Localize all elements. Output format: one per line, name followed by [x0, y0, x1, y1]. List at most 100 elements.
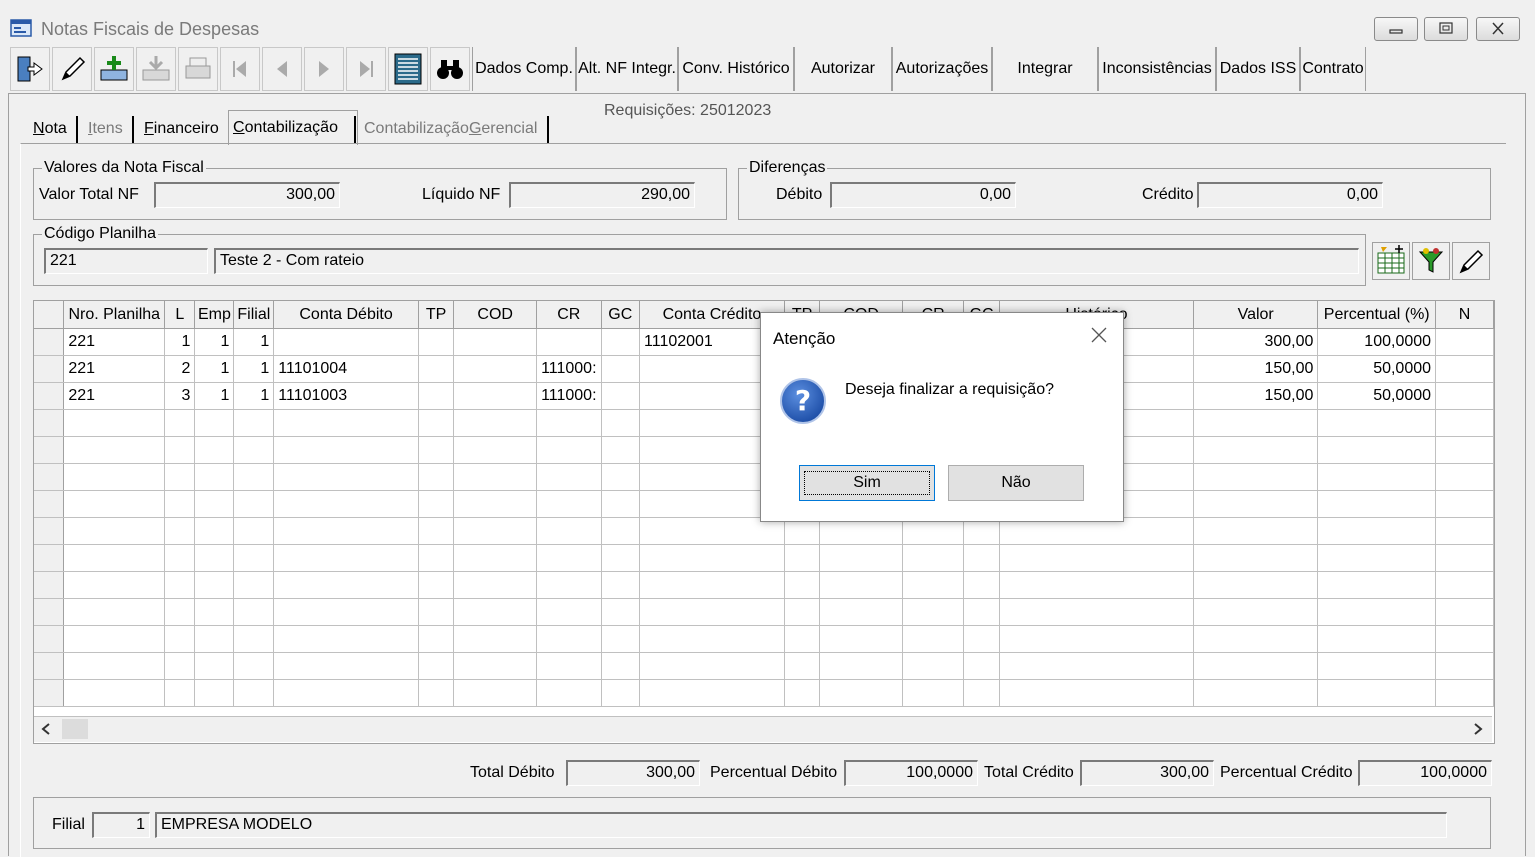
table-cell[interactable]	[902, 652, 965, 680]
table-cell[interactable]	[63, 571, 166, 599]
table-cell[interactable]	[963, 571, 1000, 599]
table-cell[interactable]	[963, 625, 1000, 653]
table-cell[interactable]	[639, 571, 785, 599]
table-cell[interactable]	[601, 625, 641, 653]
table-cell[interactable]	[273, 490, 419, 518]
close-icon[interactable]	[1089, 325, 1109, 345]
table-cell[interactable]	[1193, 463, 1319, 491]
table-cell[interactable]	[273, 625, 419, 653]
previous-record-button[interactable]	[262, 47, 302, 91]
column-header[interactable]: Filial	[233, 301, 275, 329]
table-cell[interactable]	[784, 625, 821, 653]
table-cell[interactable]	[1435, 598, 1494, 626]
table-cell[interactable]	[453, 436, 538, 464]
table-cell[interactable]	[601, 652, 641, 680]
row-indicator[interactable]	[34, 625, 65, 653]
table-cell[interactable]	[233, 409, 275, 437]
table-cell[interactable]	[1435, 463, 1494, 491]
dados-comp-button[interactable]: Dados Comp.	[472, 47, 576, 91]
table-cell[interactable]	[536, 490, 602, 518]
table-cell[interactable]	[601, 679, 641, 707]
total-debito-field[interactable]: 300,00	[566, 760, 700, 786]
planilha-description-field[interactable]: Teste 2 - Com rateio	[214, 248, 1359, 274]
liquido-field[interactable]: 290,00	[509, 182, 695, 208]
debito-field[interactable]: 0,00	[830, 182, 1016, 208]
tab-contabilizacao[interactable]: Contabilização	[228, 110, 358, 145]
minimize-button[interactable]	[1374, 17, 1418, 41]
table-cell[interactable]	[63, 490, 166, 518]
column-header[interactable]: L	[164, 301, 196, 329]
table-cell[interactable]	[233, 571, 275, 599]
table-cell[interactable]	[784, 544, 821, 572]
table-cell[interactable]	[1435, 436, 1494, 464]
table-cell[interactable]	[1317, 463, 1437, 491]
column-header[interactable]: Emp	[194, 301, 235, 329]
table-cell[interactable]	[902, 544, 965, 572]
table-cell[interactable]	[999, 625, 1194, 653]
table-cell[interactable]	[536, 679, 602, 707]
table-cell[interactable]	[536, 409, 602, 437]
maximize-button[interactable]	[1424, 17, 1468, 41]
table-cell[interactable]: 221	[63, 328, 166, 356]
table-cell[interactable]	[63, 625, 166, 653]
table-cell[interactable]	[1317, 571, 1437, 599]
autorizar-button[interactable]: Autorizar	[794, 47, 892, 91]
table-cell[interactable]	[639, 625, 785, 653]
table-cell[interactable]	[536, 463, 602, 491]
table-cell[interactable]	[536, 652, 602, 680]
table-cell[interactable]	[1193, 436, 1319, 464]
table-cell[interactable]	[63, 679, 166, 707]
row-indicator[interactable]	[34, 571, 65, 599]
table-cell[interactable]	[819, 544, 904, 572]
row-indicator[interactable]	[34, 436, 65, 464]
table-cell[interactable]	[194, 517, 235, 545]
table-cell[interactable]	[418, 463, 455, 491]
table-cell[interactable]	[963, 652, 1000, 680]
table-cell[interactable]: 50,0000	[1317, 355, 1437, 383]
table-cell[interactable]	[601, 544, 641, 572]
table-cell[interactable]	[1317, 625, 1437, 653]
table-cell[interactable]	[194, 571, 235, 599]
contrato-button[interactable]: Contrato	[1300, 47, 1366, 91]
edit-button[interactable]	[52, 47, 92, 91]
table-cell[interactable]	[999, 571, 1194, 599]
tab-financeiro[interactable]: Financeiro	[140, 114, 223, 144]
table-cell[interactable]	[164, 409, 196, 437]
integrar-button[interactable]: Integrar	[992, 47, 1098, 91]
row-indicator[interactable]	[34, 544, 65, 572]
column-header[interactable]: Percentual (%)	[1317, 301, 1437, 329]
table-cell[interactable]	[1193, 679, 1319, 707]
table-cell[interactable]	[1193, 517, 1319, 545]
tab-contabilizacao-gerencial[interactable]: Contabilização Gerencial	[360, 114, 541, 144]
table-cell[interactable]	[233, 517, 275, 545]
table-cell[interactable]	[164, 517, 196, 545]
table-cell[interactable]	[1193, 544, 1319, 572]
row-indicator[interactable]	[34, 490, 65, 518]
table-cell[interactable]	[1317, 652, 1437, 680]
scroll-right-icon[interactable]	[1470, 721, 1486, 737]
next-record-button[interactable]	[304, 47, 344, 91]
table-cell[interactable]	[1193, 490, 1319, 518]
table-cell[interactable]	[536, 598, 602, 626]
table-cell[interactable]	[194, 436, 235, 464]
column-header[interactable]: GC	[601, 301, 641, 329]
column-header[interactable]: Valor	[1193, 301, 1319, 329]
table-cell[interactable]	[1193, 652, 1319, 680]
table-cell[interactable]	[819, 571, 904, 599]
table-cell[interactable]	[164, 652, 196, 680]
table-cell[interactable]	[418, 652, 455, 680]
table-cell[interactable]: 2	[164, 355, 196, 383]
table-cell[interactable]: 150,00	[1193, 355, 1319, 383]
table-cell[interactable]	[1435, 490, 1494, 518]
edit-planilha-button[interactable]	[1452, 242, 1490, 280]
table-cell[interactable]	[1435, 625, 1494, 653]
filter-button[interactable]	[1412, 242, 1450, 280]
table-cell[interactable]	[1317, 598, 1437, 626]
table-cell[interactable]	[164, 490, 196, 518]
table-cell[interactable]	[902, 571, 965, 599]
table-cell[interactable]	[601, 598, 641, 626]
add-button[interactable]	[94, 47, 134, 91]
table-cell[interactable]	[233, 625, 275, 653]
table-cell[interactable]	[418, 571, 455, 599]
table-cell[interactable]	[164, 544, 196, 572]
